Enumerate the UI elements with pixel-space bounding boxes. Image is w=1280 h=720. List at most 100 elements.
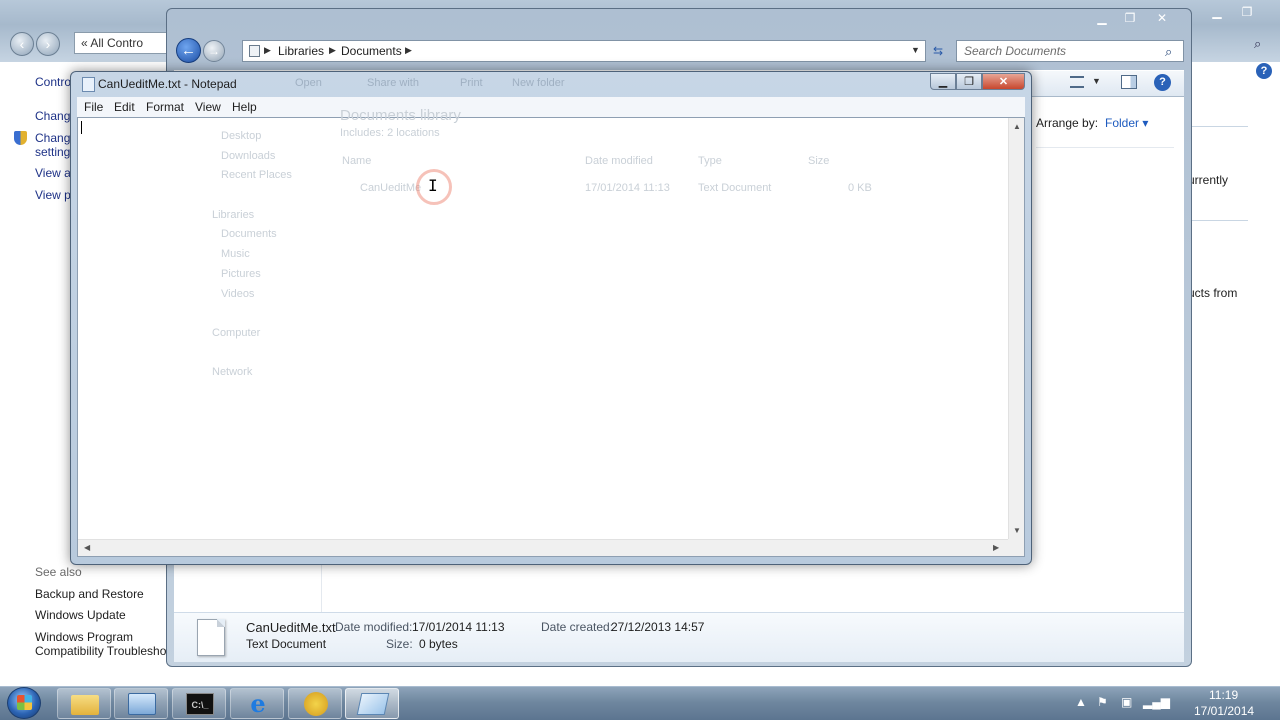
explorer-address-bar[interactable]: ▶ Libraries ▶ Documents ▶ ▼ bbox=[242, 40, 926, 62]
breadcrumb-libraries[interactable]: Libraries bbox=[278, 44, 324, 58]
cp-maximize-button[interactable]: ❐ bbox=[1232, 4, 1262, 20]
explorer-help-icon[interactable]: ? bbox=[1154, 74, 1171, 91]
ghost-file-type: Text Document bbox=[698, 182, 772, 194]
explorer-forward-button[interactable]: → bbox=[203, 40, 225, 62]
ghost-nav-recent: Recent Places bbox=[221, 169, 292, 181]
explorer-back-button[interactable]: ← bbox=[176, 38, 201, 63]
notepad-minimize-button[interactable]: ▁ bbox=[930, 73, 956, 90]
explorer-minimize-button[interactable]: ▁ bbox=[1088, 9, 1116, 27]
address-dropdown-icon[interactable]: ▼ bbox=[911, 45, 920, 55]
see-also-backup-restore[interactable]: Backup and Restore bbox=[35, 587, 144, 601]
menu-view[interactable]: View bbox=[195, 100, 221, 114]
refresh-icon[interactable]: ⇆ bbox=[929, 42, 947, 60]
taskbar-network-app[interactable] bbox=[288, 688, 342, 719]
ghost-nav-videos: Videos bbox=[221, 288, 255, 300]
ghost-library-title: Documents library bbox=[340, 107, 461, 124]
ghost-nav-desktop: Desktop bbox=[221, 130, 262, 142]
cp-search-icon[interactable]: ⌕ bbox=[1254, 36, 1261, 52]
cp-minimize-button[interactable]: ▁ bbox=[1202, 4, 1232, 20]
taskbar-command-prompt[interactable]: C:\_ bbox=[172, 688, 226, 719]
menu-format[interactable]: Format bbox=[146, 100, 184, 114]
menu-edit[interactable]: Edit bbox=[114, 100, 135, 114]
cp-right-fragment-1: urrently bbox=[1188, 173, 1229, 187]
size-grip[interactable] bbox=[1008, 539, 1024, 556]
start-button[interactable] bbox=[7, 687, 41, 719]
taskbar-notepad[interactable] bbox=[345, 688, 399, 719]
preview-pane-icon[interactable] bbox=[1121, 75, 1137, 89]
notepad-app-icon bbox=[82, 77, 95, 92]
ghost-nav-documents: Documents bbox=[221, 228, 277, 240]
ghost-toolbar-print: Print bbox=[460, 77, 483, 89]
search-icon[interactable]: ⌕ bbox=[1165, 44, 1172, 60]
view-dropdown-icon[interactable]: ▼ bbox=[1092, 76, 1101, 86]
notepad-horizontal-scrollbar[interactable]: ◀ ▶ bbox=[78, 539, 1008, 556]
usb-device-icon[interactable]: ▣ bbox=[1121, 695, 1132, 709]
taskbar-control-panel[interactable] bbox=[114, 688, 168, 719]
notepad-vertical-scrollbar[interactable]: ▲ ▼ bbox=[1008, 118, 1024, 539]
action-center-flag-icon[interactable]: ⚑ bbox=[1097, 695, 1108, 709]
breadcrumb-chevron-icon[interactable]: ▶ bbox=[405, 45, 412, 56]
scroll-up-arrow-icon[interactable]: ▲ bbox=[1013, 122, 1021, 131]
windows-logo-icon bbox=[17, 695, 32, 710]
change-view-icon[interactable] bbox=[1070, 76, 1084, 88]
notepad-maximize-button[interactable]: ❐ bbox=[956, 73, 982, 90]
notepad-close-button[interactable]: ✕ bbox=[982, 73, 1025, 90]
ghost-col-date: Date modified bbox=[585, 155, 653, 167]
clock-date[interactable]: 17/01/2014 bbox=[1194, 704, 1254, 718]
ghost-nav-libraries: Libraries bbox=[212, 209, 255, 221]
breadcrumb-documents[interactable]: Documents bbox=[341, 44, 402, 58]
see-also-windows-program[interactable]: Windows Program bbox=[35, 630, 133, 644]
details-date-modified: 17/01/2014 11:13 bbox=[412, 620, 505, 634]
see-also-compatibility[interactable]: Compatibility Troubleshooter bbox=[35, 644, 187, 658]
command-prompt-icon: C:\_ bbox=[186, 693, 214, 715]
arrange-by-label: Arrange by: bbox=[1036, 116, 1099, 130]
ghost-library-sub: Includes: 2 locations bbox=[340, 127, 440, 139]
arrange-by-dropdown[interactable]: Folder ▾ bbox=[1105, 116, 1148, 130]
explorer-close-button[interactable]: ✕ bbox=[1148, 9, 1176, 27]
scroll-down-arrow-icon[interactable]: ▼ bbox=[1013, 526, 1021, 535]
taskbar-internet-explorer[interactable]: e bbox=[230, 688, 284, 719]
ghost-nav-music: Music bbox=[221, 248, 250, 260]
details-date-created-label: Date created: bbox=[541, 620, 614, 634]
ghost-nav-computer: Computer bbox=[212, 327, 261, 339]
details-date-created: 27/12/2013 14:57 bbox=[611, 620, 705, 634]
ghost-col-size: Size bbox=[808, 155, 830, 167]
taskbar-explorer[interactable] bbox=[57, 688, 111, 719]
see-also-heading: See also bbox=[35, 565, 82, 579]
internet-explorer-icon: e bbox=[250, 689, 266, 718]
scroll-right-arrow-icon[interactable]: ▶ bbox=[993, 543, 999, 552]
scroll-left-arrow-icon[interactable]: ◀ bbox=[84, 543, 90, 552]
ibeam-cursor-icon: I bbox=[428, 176, 438, 195]
cp-address-bar[interactable]: « All Contro bbox=[74, 32, 170, 54]
cp-back-button[interactable]: ‹ bbox=[10, 32, 34, 56]
breadcrumb-chevron-icon[interactable]: ▶ bbox=[264, 45, 271, 56]
explorer-maximize-button[interactable]: ❐ bbox=[1116, 9, 1144, 27]
menu-help[interactable]: Help bbox=[232, 100, 257, 114]
details-size-label: Size: bbox=[386, 637, 413, 651]
text-document-icon bbox=[197, 619, 225, 656]
details-filename: CanUeditMe.txt bbox=[246, 620, 336, 635]
folder-icon bbox=[71, 695, 99, 715]
breadcrumb-chevron-icon[interactable]: ▶ bbox=[329, 45, 336, 56]
ghost-nav-downloads: Downloads bbox=[221, 150, 276, 162]
cp-forward-button[interactable]: › bbox=[36, 32, 60, 56]
ghost-file-size: 0 KB bbox=[848, 182, 872, 194]
menu-file[interactable]: File bbox=[84, 100, 103, 114]
arrange-by-value: Folder bbox=[1105, 116, 1140, 130]
ghost-nav-pictures: Pictures bbox=[221, 268, 261, 280]
cp-link-control-panel-home[interactable]: Control bbox=[35, 75, 74, 89]
show-hidden-icons-icon[interactable]: ▲ bbox=[1075, 695, 1087, 709]
details-size: 0 bytes bbox=[419, 637, 458, 651]
volume-icon[interactable]: 🔈︎ bbox=[1166, 695, 1173, 710]
explorer-search-input[interactable]: Search Documents bbox=[956, 40, 1184, 62]
network-globe-icon bbox=[304, 692, 328, 716]
notepad-title: CanUeditMe.txt - Notepad bbox=[98, 77, 237, 91]
ghost-toolbar-new-folder: New folder bbox=[512, 77, 565, 89]
clock-time[interactable]: 11:19 bbox=[1209, 688, 1238, 702]
ghost-toolbar-open: Open bbox=[295, 77, 322, 89]
see-also-windows-update[interactable]: Windows Update bbox=[35, 608, 126, 622]
cp-help-icon[interactable]: ? bbox=[1256, 63, 1272, 79]
divider bbox=[1036, 147, 1174, 148]
ghost-col-name: Name bbox=[342, 155, 372, 167]
notepad-menubar: File Edit Format View Help bbox=[77, 97, 1025, 117]
